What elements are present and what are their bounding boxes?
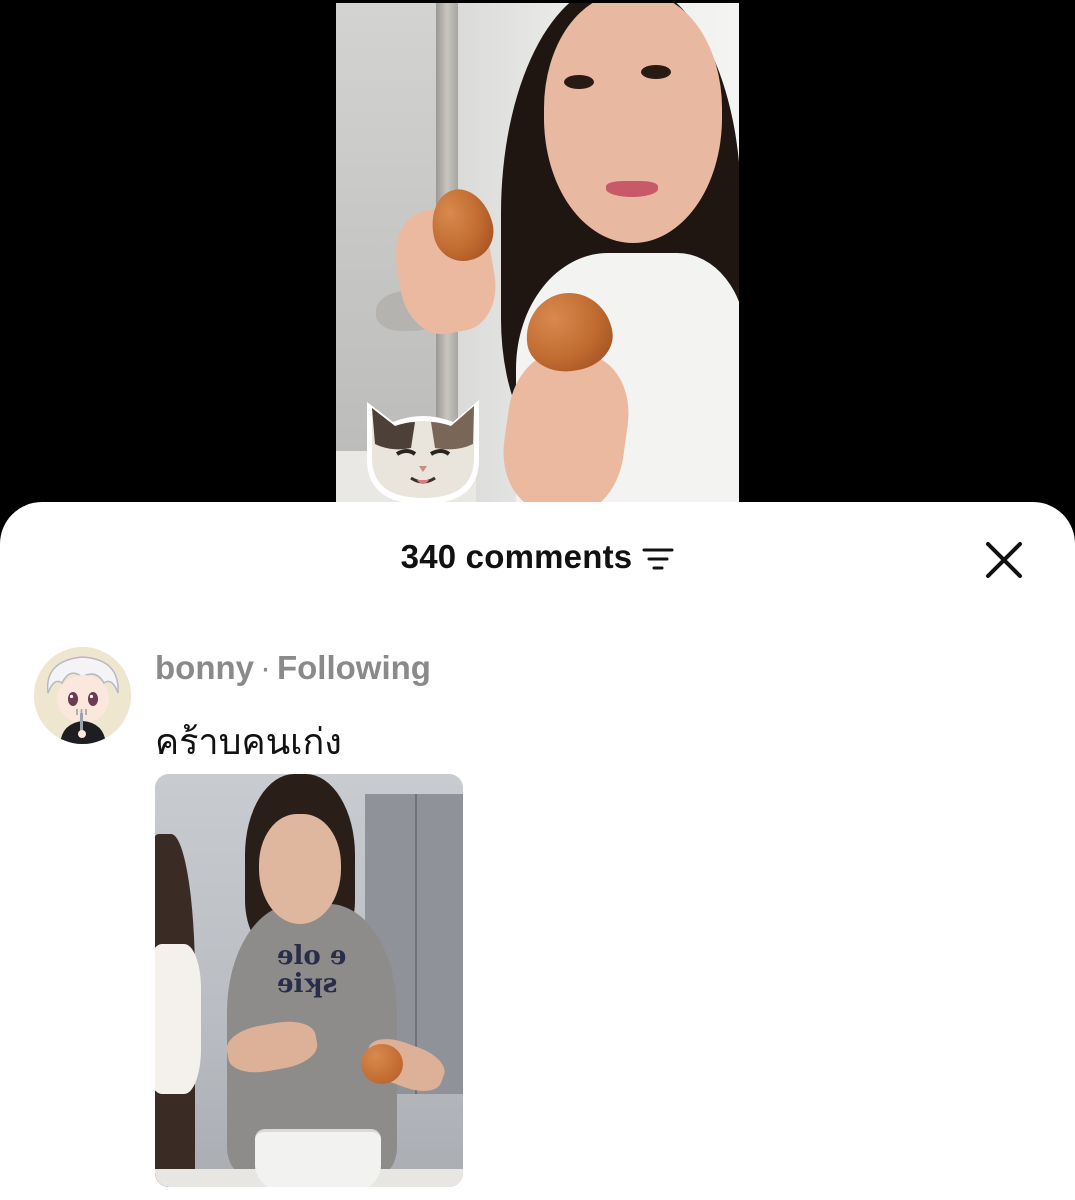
comments-header: 340 comments [0,502,1075,612]
video-person-face [544,3,722,243]
media-egg [361,1044,403,1084]
comments-count-label: 340 comments [400,538,633,575]
media-shirt-print: ɘlo ɘ ɘiʞƨ [277,941,347,999]
avatar[interactable] [34,647,131,744]
comment-text: คร้าบคนเก่ง [155,722,342,763]
media-bowl [255,1129,381,1187]
media-person-face [259,814,341,924]
video-person-mouth [606,181,658,197]
comments-sheet: 340 comments bonny · Following คร้าบคนเก… [0,502,1075,1200]
comments-title: 340 comments [0,538,1075,576]
avatar-image [34,647,131,744]
video-frame[interactable] [336,3,739,520]
close-icon[interactable] [983,539,1025,581]
cat-sticker [366,400,480,504]
comment-username[interactable]: bonny [155,649,254,686]
video-person-eye [641,65,671,79]
comment-media-thumbnail[interactable]: ɘlo ɘ ɘiʞƨ [155,774,463,1187]
following-label: Following [276,649,431,686]
video-area[interactable] [0,0,1075,520]
comment-meta: bonny · Following [155,649,431,687]
video-person-eye [564,75,594,89]
filter-sort-icon[interactable] [642,546,674,572]
meta-separator: · [259,649,271,686]
media-side-person-shirt [155,944,201,1094]
